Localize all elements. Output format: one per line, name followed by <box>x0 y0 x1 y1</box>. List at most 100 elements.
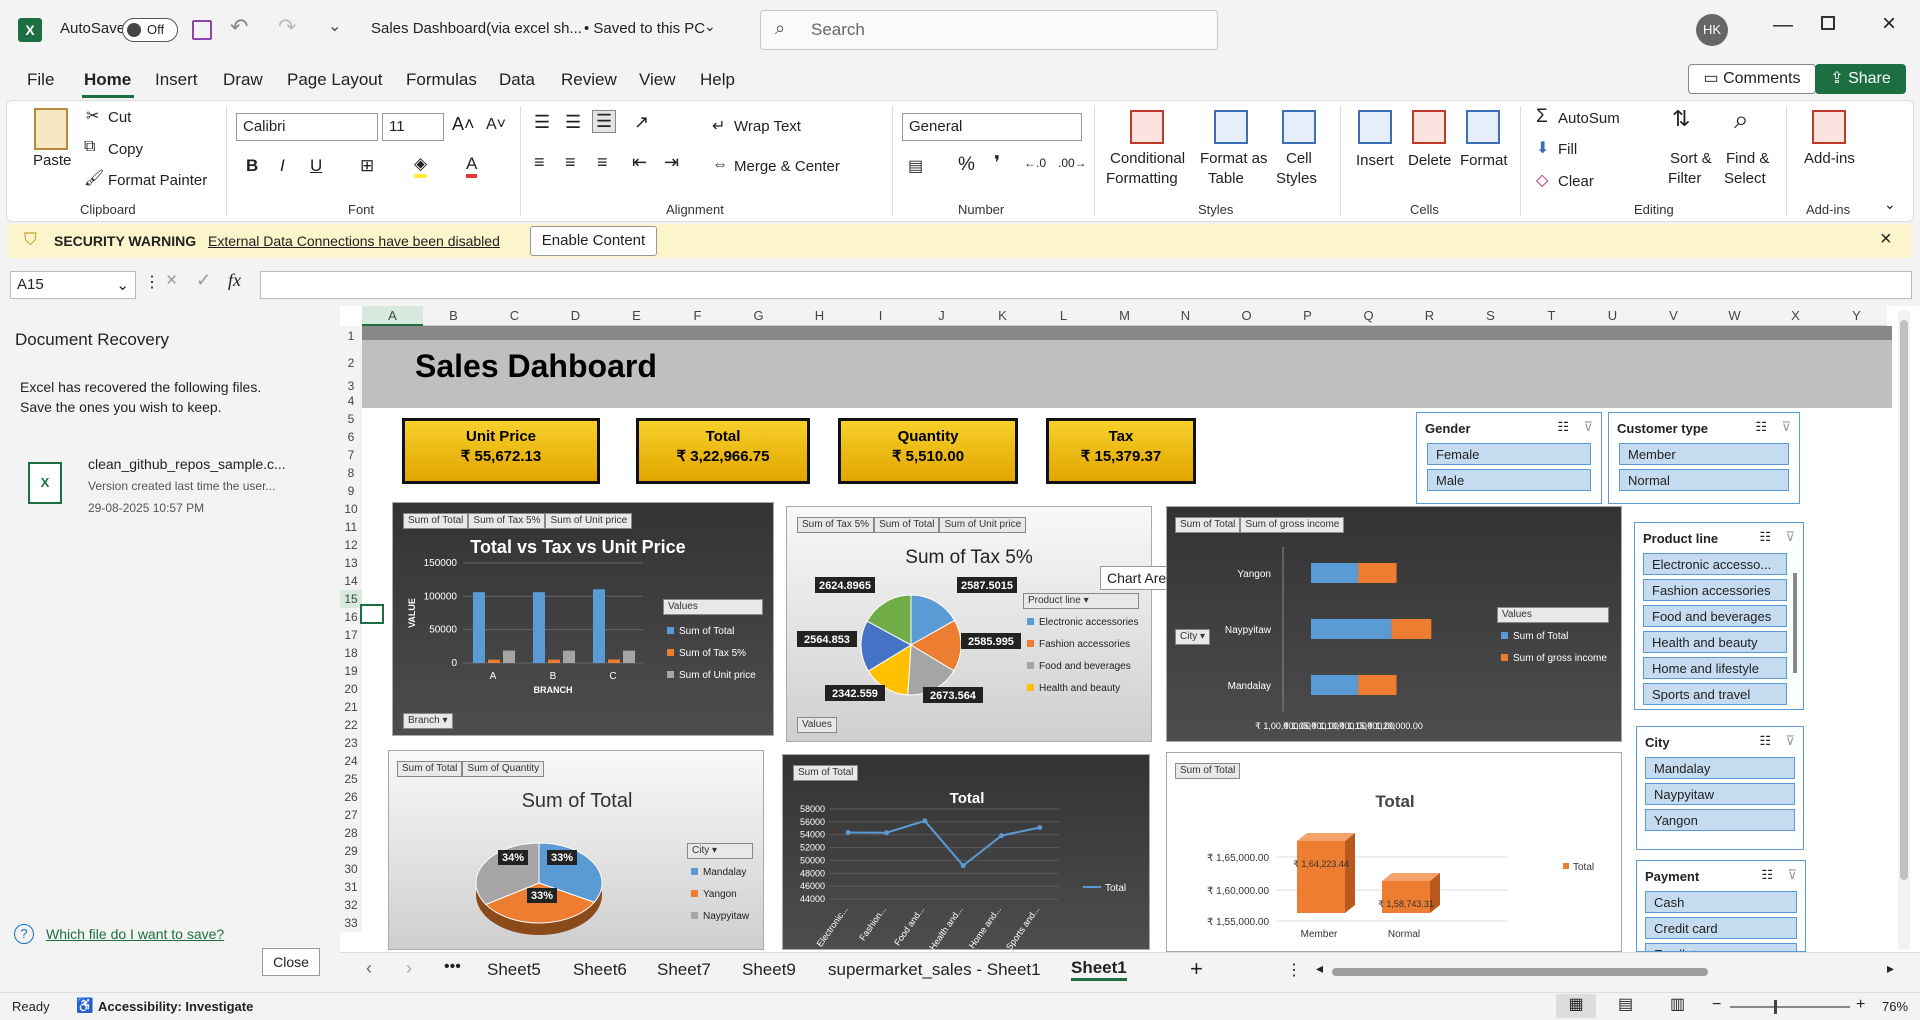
horizontal-scrollbar[interactable]: ◂ ▸ <box>1316 960 1894 978</box>
saved-status[interactable]: • Saved to this PC <box>584 20 705 37</box>
menu-home[interactable]: Home <box>84 70 131 90</box>
decrease-font-icon[interactable]: A˅ <box>486 116 506 134</box>
slicer-item[interactable]: Home and lifestyle <box>1643 657 1787 679</box>
column-header[interactable]: E <box>606 306 667 326</box>
format-cells-button[interactable]: Format <box>1460 152 1508 169</box>
format-as-table-button[interactable]: Format as <box>1200 150 1268 167</box>
comments-button[interactable]: ▭ Comments <box>1688 64 1816 94</box>
number-format-select[interactable]: General <box>902 113 1082 141</box>
next-sheet-icon[interactable]: › <box>406 958 412 979</box>
enable-content-button[interactable]: Enable Content <box>530 226 657 256</box>
conditional-formatting-button-line2[interactable]: Formatting <box>1106 170 1178 187</box>
column-header[interactable]: G <box>728 306 789 326</box>
orientation-icon[interactable]: ↗ <box>634 112 649 133</box>
column-header[interactable]: J <box>911 306 972 326</box>
sheet-tab[interactable]: Sheet9 <box>742 960 796 980</box>
security-warning-message[interactable]: External Data Connections have been disa… <box>208 233 500 249</box>
row-header[interactable]: 7 <box>340 446 362 464</box>
product-line-filter-button[interactable]: Product line ▾ <box>1023 593 1139 609</box>
multi-select-icon[interactable]: ☷ <box>1755 419 1767 435</box>
percent-icon[interactable]: % <box>958 154 975 176</box>
row-header[interactable]: 32 <box>340 896 362 914</box>
name-box[interactable]: A15 ⌄ <box>10 271 136 299</box>
row-header[interactable]: 29 <box>340 842 362 860</box>
find-select-button[interactable]: Find & <box>1726 150 1769 167</box>
row-header[interactable]: 28 <box>340 824 362 842</box>
zoom-in-icon[interactable]: + <box>1856 996 1865 1014</box>
row-header[interactable]: 33 <box>340 914 362 932</box>
font-color-icon[interactable]: A <box>466 154 478 178</box>
row-header[interactable]: 15 <box>340 590 362 608</box>
insert-cells-button[interactable]: Insert <box>1356 152 1394 169</box>
redo-icon[interactable]: ↷ <box>278 14 296 40</box>
increase-indent-icon[interactable]: ⇥ <box>664 152 679 173</box>
which-file-link[interactable]: Which file do I want to save? <box>46 926 224 942</box>
chart-total-gross-by-city[interactable]: Sum of Total Sum of gross income Yangon Na… <box>1166 506 1622 742</box>
close-warning-icon[interactable]: × <box>1880 228 1892 251</box>
menu-view[interactable]: View <box>639 70 676 90</box>
row-header[interactable]: 31 <box>340 878 362 896</box>
chart-total-line[interactable]: Sum of Total Total 58000 56000 54000 52000 50… <box>782 754 1150 951</box>
avatar[interactable]: HK <box>1696 14 1728 46</box>
clear-filter-icon[interactable]: ⊽ <box>1583 419 1593 435</box>
slicer-item[interactable]: Food and beverages <box>1643 605 1787 627</box>
column-header[interactable]: F <box>667 306 728 326</box>
vertical-scrollbar[interactable] <box>1898 310 1910 950</box>
row-header[interactable]: 25 <box>340 770 362 788</box>
row-header[interactable]: 22 <box>340 716 362 734</box>
sheet-tab[interactable]: Sheet7 <box>657 960 711 980</box>
menu-data[interactable]: Data <box>499 70 535 90</box>
fill-button[interactable]: Fill <box>1558 141 1577 158</box>
sheet-tab-active[interactable]: Sheet1 <box>1071 958 1127 981</box>
slicer-item[interactable]: Member <box>1619 443 1789 465</box>
close-window-icon[interactable]: × <box>1882 10 1896 38</box>
slicer-item[interactable]: Naypyitaw <box>1645 783 1795 805</box>
row-header[interactable]: 1 <box>340 326 362 346</box>
accounting-format-icon[interactable]: ▤ <box>908 156 923 176</box>
bold-icon[interactable]: B <box>246 156 258 176</box>
share-button[interactable]: ⇪ Share <box>1815 64 1906 94</box>
restore-icon[interactable] <box>1821 16 1835 30</box>
decrease-decimal-icon[interactable]: .00→ <box>1058 156 1087 170</box>
cut-button[interactable]: Cut <box>108 109 131 126</box>
slicer-item[interactable]: Sports and travel <box>1643 683 1787 705</box>
zoom-out-icon[interactable]: − <box>1712 996 1721 1014</box>
increase-decimal-icon[interactable]: ←.0 <box>1024 156 1046 170</box>
row-header[interactable]: 27 <box>340 806 362 824</box>
row-header[interactable]: 8 <box>340 464 362 482</box>
column-header[interactable]: L <box>1033 306 1094 326</box>
cell-styles-button-line2[interactable]: Styles <box>1276 170 1317 187</box>
row-header[interactable]: 16 <box>340 608 362 626</box>
row-header[interactable]: 14 <box>340 572 362 590</box>
multi-select-icon[interactable]: ☷ <box>1761 867 1773 883</box>
column-header[interactable]: X <box>1765 306 1826 326</box>
column-header[interactable]: D <box>545 306 606 326</box>
sheet-tab[interactable]: Sheet5 <box>487 960 541 980</box>
slicer-city[interactable]: City ☷ ⊽ Mandalay Naypyitaw Yangon <box>1636 726 1804 850</box>
conditional-formatting-button[interactable]: Conditional <box>1110 150 1185 167</box>
chart-total-customer-type[interactable]: Sum of Total Total ₹ 1,65,000.00 ₹ 1,60,00… <box>1166 752 1622 952</box>
slicer-item[interactable]: Yangon <box>1645 809 1795 831</box>
more-options-icon[interactable]: ⋮ <box>144 272 160 292</box>
paste-icon[interactable] <box>34 108 68 150</box>
chart-sum-of-tax[interactable]: Sum of Tax 5% Sum of Total Sum of Unit pri… <box>786 506 1152 742</box>
autosave-toggle[interactable]: Off <box>122 18 178 42</box>
column-header[interactable]: O <box>1216 306 1277 326</box>
row-header[interactable]: 3 <box>340 380 362 392</box>
collapse-ribbon-icon[interactable]: ⌄ <box>1884 196 1896 213</box>
align-center-icon[interactable]: ≡ <box>565 152 576 173</box>
row-header[interactable]: 9 <box>340 482 362 500</box>
slicer-item[interactable]: Ewallet <box>1645 943 1797 951</box>
recovered-file-name[interactable]: clean_github_repos_sample.c... <box>88 456 286 472</box>
city-legend-filter-button[interactable]: City ▾ <box>687 843 753 859</box>
column-header[interactable]: Q <box>1338 306 1399 326</box>
sheet-options-icon[interactable]: ⋮ <box>1286 960 1302 980</box>
row-header[interactable]: 19 <box>340 662 362 680</box>
column-header[interactable]: S <box>1460 306 1521 326</box>
slicer-product-line[interactable]: Product line ☷ ⊽ Electronic accesso... Fa… <box>1634 522 1804 710</box>
italic-icon[interactable]: I <box>280 156 285 176</box>
format-as-table-button-line2[interactable]: Table <box>1208 170 1244 187</box>
clear-filter-icon[interactable]: ⊽ <box>1787 867 1797 883</box>
row-header[interactable]: 18 <box>340 644 362 662</box>
slicer-item[interactable]: Health and beauty <box>1643 631 1787 653</box>
